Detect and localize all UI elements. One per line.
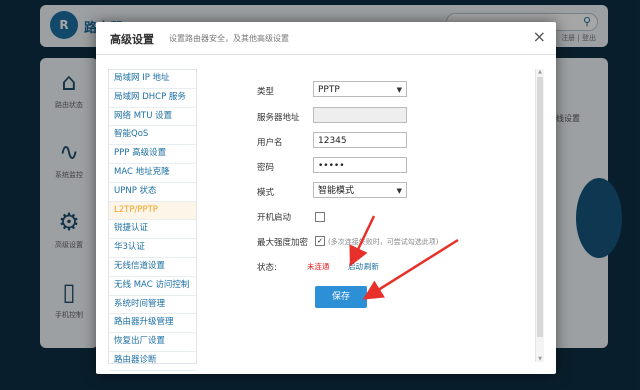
arrow-to-connect bbox=[349, 215, 376, 267]
arrow-to-save bbox=[362, 238, 459, 300]
annotation-arrows bbox=[349, 215, 459, 300]
